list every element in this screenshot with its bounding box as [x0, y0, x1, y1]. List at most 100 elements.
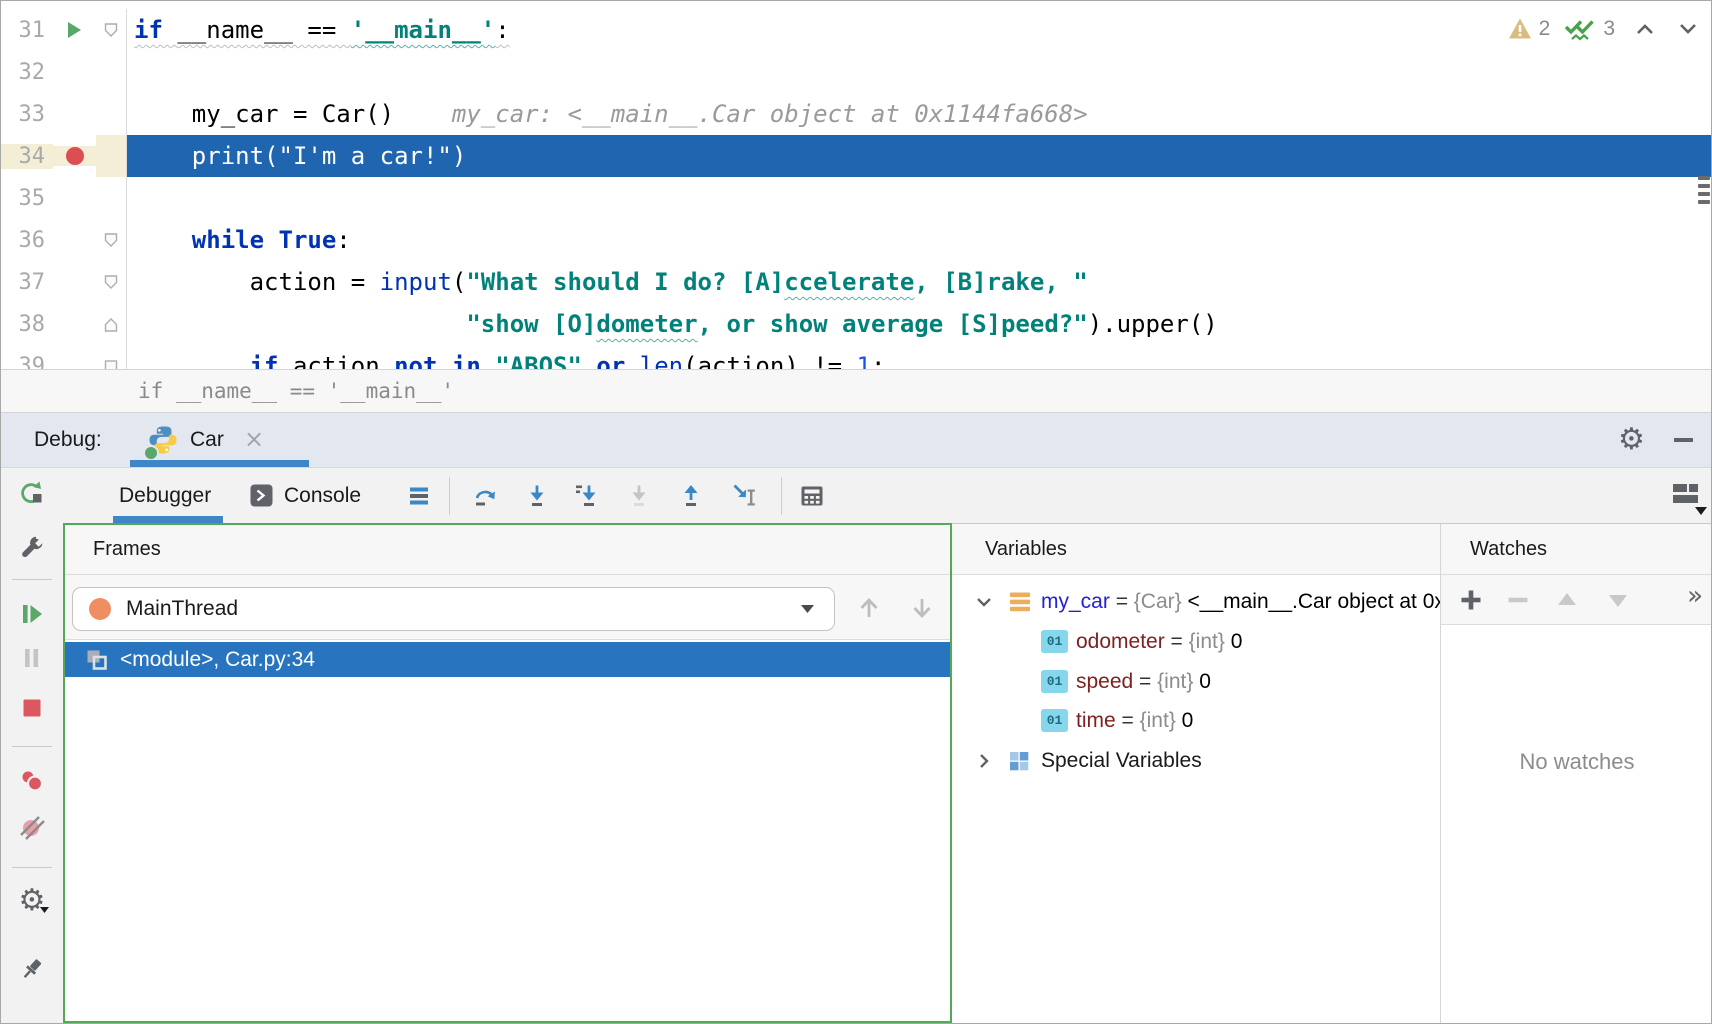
run-to-cursor-icon[interactable]: [731, 482, 759, 510]
line-number: 39: [1, 354, 53, 371]
frames-toolbar: MainThread: [65, 575, 950, 640]
code-text: print("I'm a car!"): [127, 135, 1712, 177]
variable-row-my-car[interactable]: my_car = {Car} <__main__.Car object at 0…: [952, 582, 1440, 622]
code-text: if __name__ == '__main__':: [127, 9, 1712, 51]
console-icon: [250, 484, 273, 507]
run-arrow-icon[interactable]: [53, 20, 96, 40]
code-line-36: 36 while True:: [1, 219, 1712, 261]
thread-selector-dropdown[interactable]: MainThread: [72, 587, 835, 631]
debug-settings-gear-icon[interactable]: ⚙: [1618, 424, 1645, 456]
toolbar-separator: [449, 477, 450, 515]
threads-view-icon[interactable]: [405, 482, 433, 510]
chevron-down-icon[interactable]: [973, 591, 995, 613]
rerun-debug-icon[interactable]: [18, 479, 46, 507]
prev-problem-chevron-up-icon[interactable]: [1634, 20, 1656, 38]
code-line-39: 39 if action not in "ABOS" or len(action…: [1, 345, 1712, 370]
fold-marker-icon[interactable]: [96, 345, 127, 370]
stop-program-icon[interactable]: [18, 694, 46, 722]
fold-marker-icon[interactable]: [96, 219, 127, 261]
watches-panel-title: Watches: [1441, 524, 1712, 575]
stripe-separator: [12, 746, 52, 747]
variable-row-time[interactable]: 01 time = {int} 0: [952, 701, 1440, 741]
pin-tab-icon[interactable]: [18, 955, 46, 983]
stack-frame-row-selected[interactable]: <module>, Car.py:34: [65, 642, 950, 677]
variables-panel-title: Variables: [952, 524, 1440, 575]
previous-frame-arrow-up-icon[interactable]: [856, 595, 882, 621]
code-line-37: 37 action = input("What should I do? [A]…: [1, 261, 1712, 303]
fold-marker-icon[interactable]: [96, 261, 127, 303]
fold-column: [96, 177, 127, 219]
code-line-33: 33 my_car = Car() my_car: <__main__.Car …: [1, 93, 1712, 135]
debug-label: Debug:: [34, 413, 102, 467]
stack-frame-label: <module>, Car.py:34: [120, 648, 315, 672]
code-lines: 31if __name__ == '__main__':3233 my_car …: [1, 9, 1712, 370]
code-text: action = input("What should I do? [A]cce…: [127, 261, 1712, 303]
passed-count: 3: [1603, 17, 1615, 41]
breakpoint-icon[interactable]: [53, 146, 96, 166]
variable-text: time = {int} 0: [1076, 709, 1193, 733]
thread-name: MainThread: [126, 597, 801, 621]
variable-row-speed[interactable]: 01 speed = {int} 0: [952, 662, 1440, 702]
pause-program-icon: [18, 644, 46, 672]
tab-debugger[interactable]: Debugger: [119, 468, 211, 523]
inspections-widget: 2 3: [1508, 15, 1699, 42]
breadcrumb-bar: if __name__ == '__main__': [1, 370, 1712, 413]
debug-session-tab-car[interactable]: Car ×: [130, 413, 310, 467]
layout-dropdown-arrow-icon: [1695, 507, 1707, 515]
int-variable-icon: 01: [1041, 630, 1068, 653]
settings-gear-icon[interactable]: ⚙: [18, 887, 46, 915]
hide-toolwindow-minus-icon[interactable]: [1674, 438, 1693, 442]
force-step-into-icon: [625, 482, 653, 510]
variable-text: speed = {int} 0: [1076, 670, 1211, 694]
tab-console[interactable]: Console: [250, 468, 361, 523]
variable-row-odometer[interactable]: 01odometer = {int} 0: [952, 622, 1440, 662]
fold-column: [96, 93, 127, 135]
variable-row-special-variables[interactable]: Special Variables: [952, 741, 1440, 781]
frames-panel: Frames MainThread: [63, 523, 952, 1023]
code-text: while True:: [127, 219, 1712, 261]
frames-panel-title: Frames: [65, 525, 950, 575]
chevron-right-icon[interactable]: [973, 750, 995, 772]
step-into-icon[interactable]: [523, 482, 551, 510]
fold-marker-icon[interactable]: [96, 303, 127, 345]
editor-scrollbar[interactable]: [1698, 176, 1710, 208]
session-tab-label: Car: [190, 413, 224, 467]
move-watch-down-icon: [1605, 587, 1631, 613]
next-frame-arrow-down-icon[interactable]: [909, 595, 935, 621]
resume-program-icon[interactable]: [18, 600, 46, 628]
watches-panel: Watches » No watches: [1440, 523, 1712, 1023]
int-variable-icon: 01: [1041, 670, 1068, 693]
running-indicator-dot: [143, 445, 159, 461]
layout-settings-icon[interactable]: [1672, 483, 1699, 504]
debugger-action-stripe: ⚙: [1, 468, 63, 1024]
view-breakpoints-icon[interactable]: [18, 767, 46, 795]
close-session-icon[interactable]: ×: [244, 413, 264, 465]
line-number: 36: [1, 228, 53, 253]
more-actions-icon[interactable]: »: [1687, 581, 1703, 611]
mute-breakpoints-icon[interactable]: [18, 814, 46, 842]
line-number: 34: [1, 144, 53, 169]
line-number: 35: [1, 186, 53, 211]
thread-status-dot: [89, 598, 111, 620]
fold-marker-icon[interactable]: [96, 9, 127, 51]
stack-frame-icon: [86, 649, 107, 670]
step-over-icon[interactable]: [472, 482, 500, 510]
step-into-my-code-icon[interactable]: [574, 482, 602, 510]
checks-ok-icon: [1563, 15, 1596, 42]
evaluate-expression-icon[interactable]: [798, 482, 826, 510]
add-watch-icon[interactable]: [1458, 587, 1484, 613]
active-debugger-tab-underline: [113, 516, 223, 523]
int-variable-icon: 01: [1041, 709, 1068, 732]
pycharm-debug-window: 31if __name__ == '__main__':3233 my_car …: [0, 0, 1712, 1024]
step-out-icon[interactable]: [677, 482, 705, 510]
special-variable-icon: [1008, 750, 1030, 772]
code-editor[interactable]: 31if __name__ == '__main__':3233 my_car …: [1, 1, 1712, 370]
build-wrench-icon[interactable]: [18, 533, 46, 561]
breadcrumb[interactable]: if __name__ == '__main__': [138, 370, 454, 412]
code-line-35: 35: [1, 177, 1712, 219]
code-text: [127, 51, 1712, 93]
variable-text: my_car = {Car} <__main__.Car object at 0…: [1041, 590, 1440, 614]
debug-toolwindow-header: Debug: Car × ⚙: [1, 413, 1712, 468]
variable-text: Special Variables: [1041, 749, 1202, 773]
next-problem-chevron-down-icon[interactable]: [1677, 20, 1699, 38]
